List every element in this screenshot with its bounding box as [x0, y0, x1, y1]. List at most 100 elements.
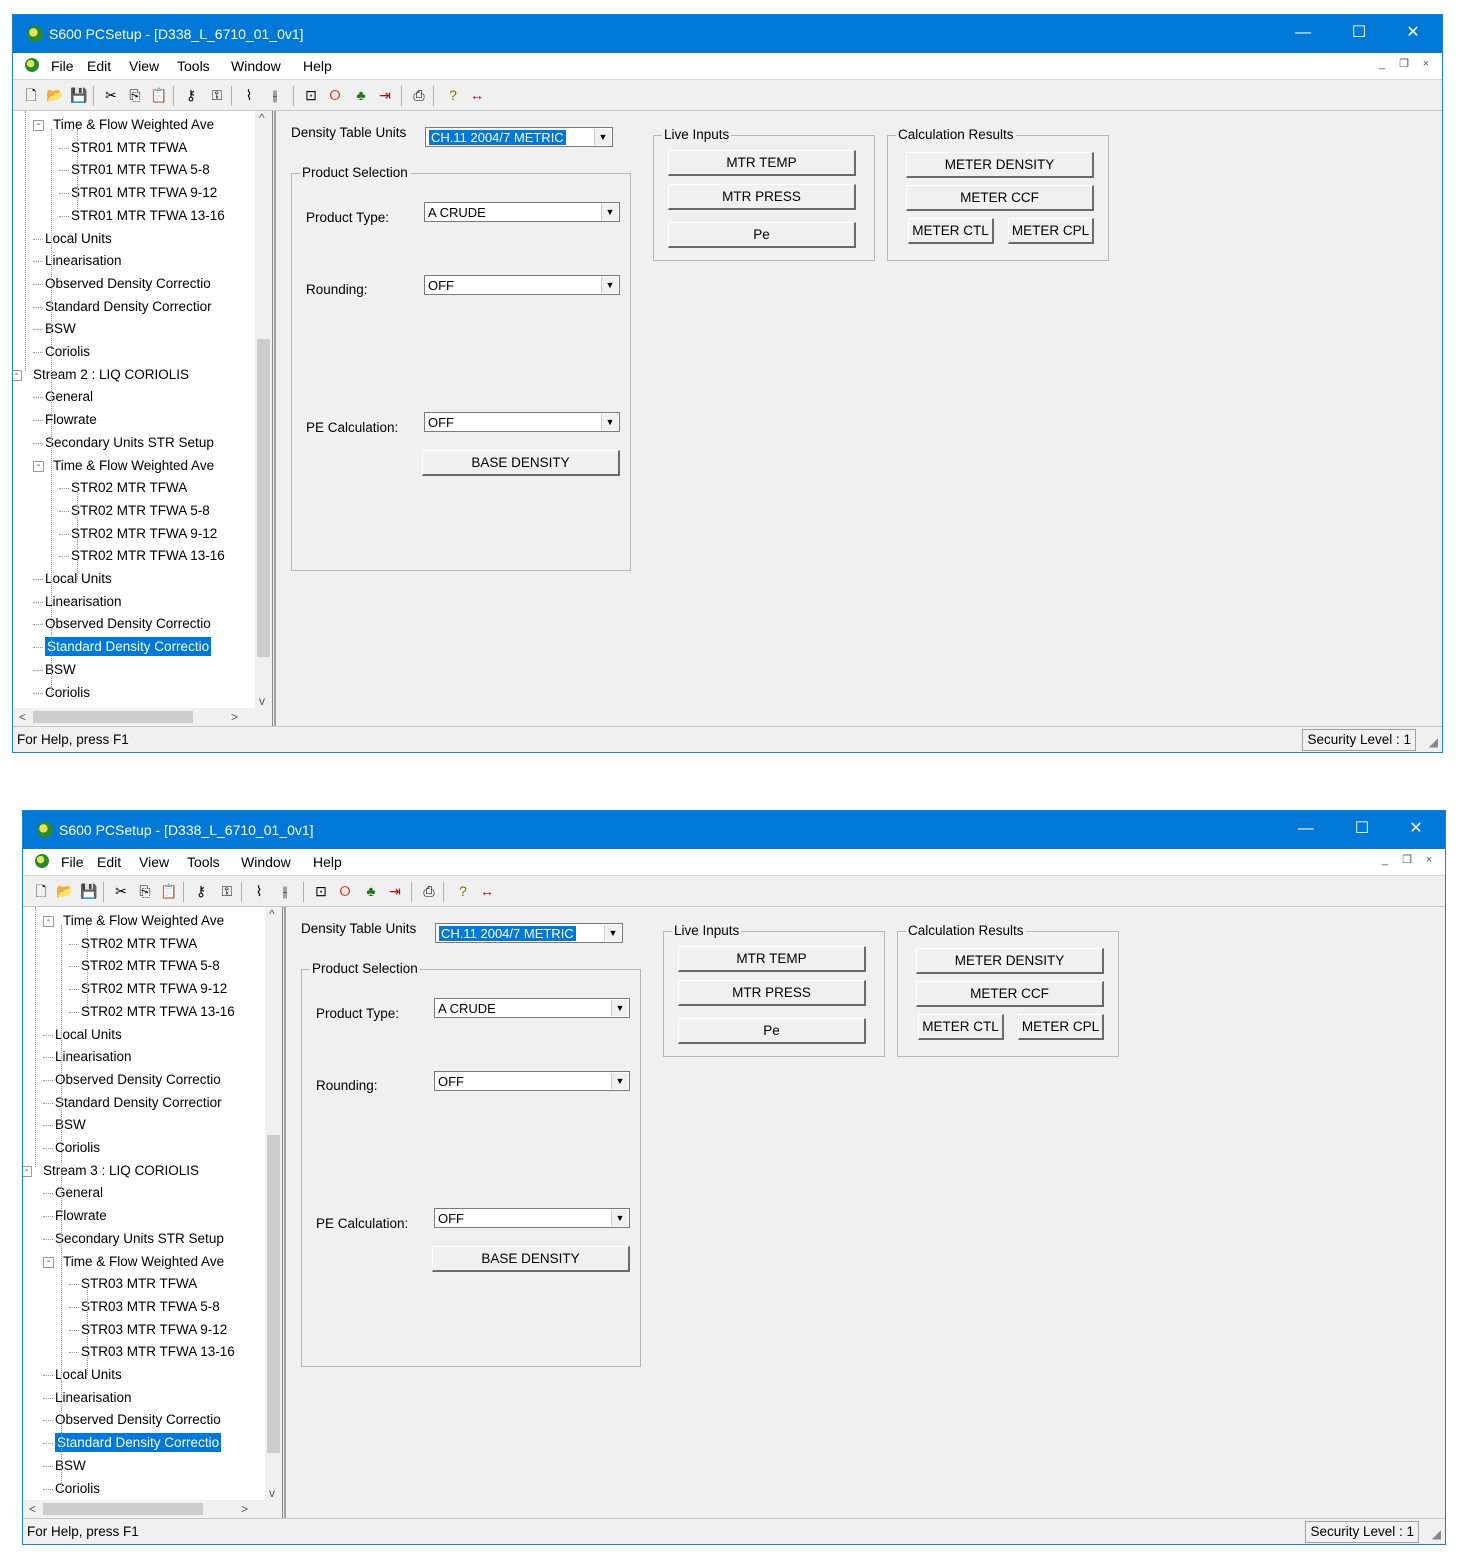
tree-item[interactable]: STR02 MTR TFWA 13-16 — [71, 546, 225, 565]
tree-item[interactable]: STR02 MTR TFWA — [71, 478, 187, 497]
tree-item[interactable]: Observed Density Correctio — [55, 1410, 221, 1429]
tree-item[interactable]: STR02 MTR TFWA 9-12 — [81, 979, 227, 998]
stop-icon[interactable]: ⭘ — [335, 882, 355, 900]
tree-item[interactable]: Standard Density Correctior — [45, 297, 212, 316]
minimize-button[interactable]: — — [1280, 15, 1326, 53]
menu-help[interactable]: Help — [313, 854, 342, 870]
chevron-down-icon[interactable]: ▼ — [601, 277, 618, 293]
tree-expander[interactable]: - — [23, 1165, 32, 1177]
scroll-up-arrow[interactable]: ^ — [259, 111, 265, 125]
chevron-down-icon[interactable]: ▼ — [604, 925, 621, 941]
meter-density-button[interactable]: METER DENSITY — [906, 152, 1094, 178]
scroll-down-arrow[interactable]: v — [269, 1486, 275, 1500]
tree-item[interactable]: Local Units — [55, 1025, 122, 1044]
scroll-left-arrow[interactable]: < — [19, 710, 26, 724]
mdi-restore-button[interactable]: ❐ — [1399, 853, 1415, 869]
tree-item[interactable]: STR03 MTR TFWA — [81, 1274, 197, 1293]
keys-icon[interactable]: ⚿ — [217, 882, 237, 900]
document-icon[interactable] — [25, 58, 39, 72]
product-type-select[interactable]: A CRUDE ▼ — [434, 998, 630, 1018]
tree-item[interactable]: BSW — [45, 660, 76, 679]
mdi-minimize-button[interactable]: _ — [1374, 57, 1390, 73]
chevron-down-icon[interactable]: ▼ — [611, 1210, 628, 1226]
tree-item[interactable]: Linearisation — [45, 592, 122, 611]
scroll-thumb[interactable] — [43, 1503, 203, 1515]
pe-button[interactable]: Pe — [668, 222, 856, 248]
open-icon[interactable]: 📂 — [45, 86, 65, 104]
save-icon[interactable]: 💾 — [69, 86, 89, 104]
tree-item[interactable]: STR02 MTR TFWA 9-12 — [71, 524, 217, 543]
splitter[interactable] — [284, 907, 286, 1518]
scroll-right-arrow[interactable]: > — [231, 710, 238, 724]
menu-edit[interactable]: Edit — [87, 58, 111, 74]
document-icon[interactable] — [35, 854, 49, 868]
keys-icon[interactable]: ⚿ — [207, 86, 227, 104]
menu-window[interactable]: Window — [231, 58, 281, 74]
tree-item[interactable]: STR01 MTR TFWA 9-12 — [71, 183, 217, 202]
mdi-minimize-button[interactable]: _ — [1377, 853, 1393, 869]
close-button[interactable]: ✕ — [1390, 15, 1436, 53]
title-bar[interactable]: S600 PCSetup - [D338_L_6710_01_0v1] — ☐ ✕ — [13, 15, 1442, 53]
tree-item[interactable]: STR02 MTR TFWA — [81, 934, 197, 953]
meter-ctl-button[interactable]: METER CTL — [918, 1014, 1004, 1040]
tree-expander[interactable]: - — [33, 120, 44, 131]
scroll-up-arrow[interactable]: ^ — [269, 907, 275, 921]
mdi-close-button[interactable]: × — [1421, 853, 1437, 869]
menu-view[interactable]: View — [129, 58, 159, 74]
tree-item[interactable]: Stream 3 : LIQ CORIOLIS — [43, 1161, 199, 1180]
chevron-down-icon[interactable]: ▼ — [601, 414, 618, 430]
plug-icon[interactable]: ⊡ — [301, 86, 321, 104]
menu-file[interactable]: File — [51, 58, 74, 74]
meter-ccf-button[interactable]: METER CCF — [916, 981, 1104, 1007]
tree-item[interactable]: Linearisation — [55, 1047, 132, 1066]
chevron-down-icon[interactable]: ▼ — [594, 129, 611, 145]
exit-icon[interactable]: ⇥ — [385, 882, 405, 900]
tree-icon[interactable]: ♣ — [361, 882, 381, 900]
navigation-tree[interactable]: - Time & Flow Weighted Ave STR02 MTR TFWA S… — [23, 907, 283, 1518]
tree-expander[interactable]: - — [33, 460, 44, 472]
arrow-icon[interactable]: ↔ — [477, 882, 497, 900]
menu-window[interactable]: Window — [241, 854, 291, 870]
key-icon[interactable]: ⚷ — [181, 86, 201, 104]
tree-item[interactable]: Linearisation — [55, 1388, 132, 1407]
chevron-down-icon[interactable]: ▼ — [611, 1000, 628, 1016]
meter-ccf-button[interactable]: METER CCF — [906, 185, 1094, 211]
print-icon[interactable]: ⎙ — [419, 882, 439, 900]
menu-file[interactable]: File — [61, 854, 84, 870]
print-icon[interactable]: ⎙ — [409, 86, 429, 104]
tree-item[interactable]: Secondary Units STR Setup — [55, 1229, 224, 1248]
tree-item[interactable]: BSW — [55, 1456, 86, 1475]
chevron-down-icon[interactable]: ▼ — [601, 204, 618, 220]
disconnect-icon[interactable]: ⫲ — [275, 882, 295, 900]
rounding-select[interactable]: OFF ▼ — [434, 1071, 630, 1091]
tree-item[interactable]: Linearisation — [45, 251, 122, 270]
base-density-button[interactable]: BASE DENSITY — [422, 450, 620, 476]
title-bar[interactable]: S600 PCSetup - [D338_L_6710_01_0v1] — ☐ ✕ — [23, 811, 1445, 849]
scroll-thumb[interactable] — [267, 1135, 280, 1453]
cut-icon[interactable]: ✂ — [101, 86, 121, 104]
open-icon[interactable]: 📂 — [55, 882, 75, 900]
maximize-button[interactable]: ☐ — [1339, 811, 1385, 849]
pe-button[interactable]: Pe — [678, 1018, 866, 1044]
paste-icon[interactable]: 📋 — [159, 882, 179, 900]
tree-expander[interactable]: - — [43, 1256, 54, 1268]
paste-icon[interactable]: 📋 — [149, 86, 169, 104]
resize-grip-icon[interactable]: ◢ — [1429, 735, 1438, 749]
meter-ctl-button[interactable]: METER CTL — [908, 218, 994, 244]
density-table-units-select[interactable]: CH.11 2004/7 METRIC ▼ — [425, 127, 613, 147]
tree-item[interactable]: STR03 MTR TFWA 5-8 — [81, 1297, 220, 1316]
menu-tools[interactable]: Tools — [177, 58, 210, 74]
tree-item[interactable]: STR01 MTR TFWA 5-8 — [71, 160, 210, 179]
plug-icon[interactable]: ⊡ — [311, 882, 331, 900]
tree-item[interactable]: Local Units — [45, 229, 112, 248]
tree-item[interactable]: Observed Density Correctio — [45, 614, 211, 633]
new-icon[interactable]: 🗋 — [31, 882, 51, 900]
rounding-select[interactable]: OFF ▼ — [424, 275, 620, 295]
tree-item[interactable]: Time & Flow Weighted Ave — [53, 456, 214, 475]
cut-icon[interactable]: ✂ — [111, 882, 131, 900]
tree-item[interactable]: BSW — [55, 1115, 86, 1134]
new-icon[interactable]: 🗋 — [21, 86, 41, 104]
disconnect-icon[interactable]: ⫲ — [265, 86, 285, 104]
key-icon[interactable]: ⚷ — [191, 882, 211, 900]
tree-item[interactable]: STR02 MTR TFWA 5-8 — [81, 956, 220, 975]
